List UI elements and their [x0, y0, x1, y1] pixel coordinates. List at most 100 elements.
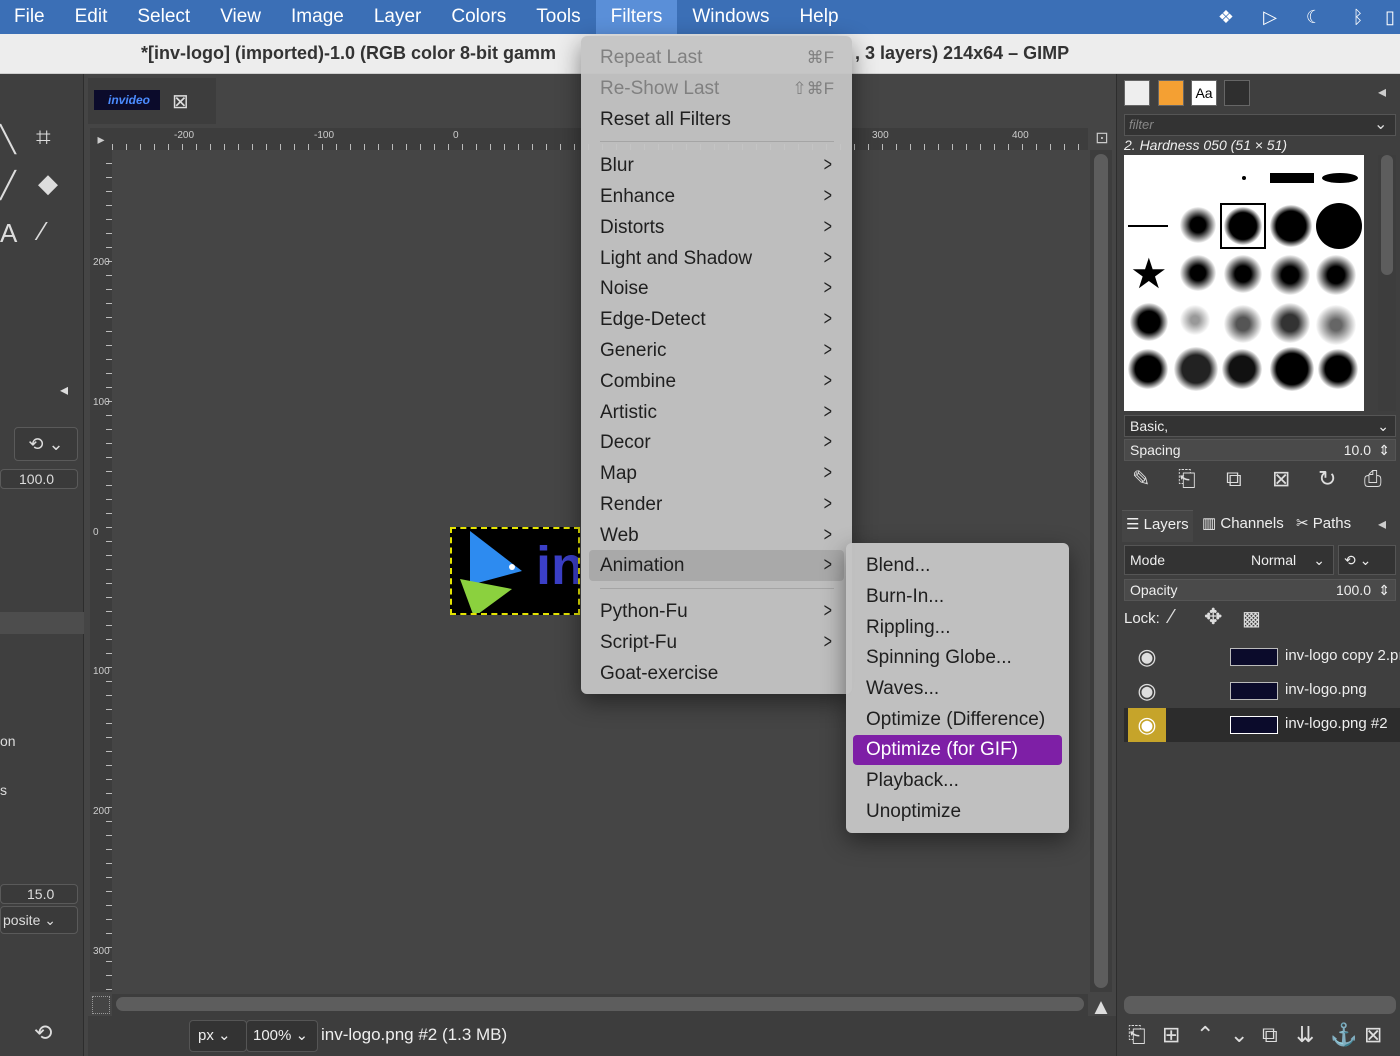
dock-menu-icon[interactable]: ◂ [1378, 82, 1386, 102]
lock-pixels-icon[interactable]: ⁄ [1170, 606, 1173, 629]
open-brush-icon[interactable]: ⎙ [1364, 466, 1382, 492]
new-layer-icon[interactable]: ⎗ [1128, 1022, 1146, 1048]
menu-item-burn-in[interactable]: Burn-In... [853, 582, 1062, 612]
play-icon[interactable]: ▷ [1248, 7, 1292, 28]
eraser-tool-icon[interactable]: ◆ [38, 168, 58, 199]
menu-image[interactable]: Image [276, 0, 359, 34]
anchor-layer-icon[interactable]: ⚓ [1330, 1022, 1357, 1048]
layer-row[interactable]: ◉ inv-logo.png [1124, 674, 1400, 708]
menu-item-reset-all-filters[interactable]: Reset all Filters [589, 104, 844, 135]
menu-item-waves[interactable]: Waves... [853, 674, 1062, 704]
new-brush-icon[interactable]: ⎗ [1178, 466, 1196, 492]
layer-opacity-slider[interactable]: Opacity 100.0 ⇕ [1124, 579, 1396, 601]
menu-help[interactable]: Help [784, 0, 853, 34]
tab-paths[interactable]: ✂ Paths [1292, 510, 1355, 542]
duplicate-layer-icon[interactable]: ⧉ [1262, 1022, 1278, 1048]
text-tool-icon[interactable]: A [0, 218, 17, 249]
menu-item-light-and-shadow[interactable]: Light and Shadow > [589, 243, 844, 274]
menu-item-enhance[interactable]: Enhance > [589, 181, 844, 212]
menu-item-optimize-difference[interactable]: Optimize (Difference) [853, 705, 1062, 735]
menu-item-generic[interactable]: Generic > [589, 335, 844, 366]
vertical-ruler[interactable]: 200 100 0 100 200 300 [90, 150, 112, 992]
menu-item-web[interactable]: Web > [589, 520, 844, 551]
edit-brush-icon[interactable]: ✎ [1132, 466, 1150, 492]
size-field[interactable]: 15.0 [0, 884, 78, 904]
patterns-tab-icon[interactable] [1158, 80, 1184, 106]
menu-item-playback[interactable]: Playback... [853, 766, 1062, 796]
menu-file[interactable]: File [0, 0, 60, 34]
eye-icon[interactable]: ◉ [1128, 640, 1166, 674]
dock-menu-icon[interactable]: ◂ [1378, 514, 1386, 534]
menu-view[interactable]: View [205, 0, 276, 34]
brush-grid[interactable]: ★ [1124, 155, 1364, 411]
new-layer-group-icon[interactable]: ⊞ [1162, 1022, 1180, 1048]
brush-preset-select[interactable]: Basic, ⌄ [1124, 415, 1396, 437]
tab-channels[interactable]: ▥ Channels [1198, 510, 1288, 542]
moon-icon[interactable]: ☾ [1292, 7, 1336, 28]
tab-layers[interactable]: ☰ Layers [1122, 510, 1193, 542]
color-picker-tool-icon[interactable]: ⁄ [40, 216, 44, 247]
battery-icon[interactable]: ▯ [1380, 7, 1400, 28]
menu-item-edge-detect[interactable]: Edge-Detect > [589, 304, 844, 335]
layer-row[interactable]: ◉ inv-logo copy 2.pı [1124, 640, 1400, 674]
menu-item-repeat-last[interactable]: Repeat Last ⌘F [589, 42, 844, 73]
opacity-field[interactable]: 100.0 [0, 469, 78, 489]
zoom-fit-icon[interactable]: ⊡ [1092, 128, 1112, 150]
eye-icon[interactable]: ◉ [1128, 674, 1166, 708]
horizontal-scrollbar[interactable] [112, 994, 1088, 1016]
dropbox-icon[interactable]: ❖ [1204, 7, 1248, 28]
layers-scrollbar[interactable] [1124, 996, 1396, 1014]
menu-item-unoptimize[interactable]: Unoptimize [853, 797, 1062, 827]
reset-options-button[interactable]: ⟲ ⌄ [14, 427, 78, 461]
menu-item-goat-exercise[interactable]: Goat-exercise [589, 658, 844, 689]
menu-item-spinning-globe[interactable]: Spinning Globe... [853, 643, 1062, 673]
merge-layer-icon[interactable]: ⇊ [1296, 1022, 1314, 1048]
vertical-scrollbar[interactable] [1090, 150, 1112, 992]
layer-mode-reset[interactable]: ⟲ ⌄ [1338, 545, 1396, 575]
menu-select[interactable]: Select [122, 0, 205, 34]
fonts-tab-icon[interactable]: Aa [1191, 80, 1217, 106]
layer-image[interactable]: in [450, 527, 580, 615]
pencil-tool-icon[interactable]: ╱ [0, 170, 16, 201]
menu-item-artistic[interactable]: Artistic > [589, 397, 844, 428]
close-tab-icon[interactable]: ⊠ [172, 89, 189, 114]
menu-item-render[interactable]: Render > [589, 489, 844, 520]
refresh-brushes-icon[interactable]: ↻ [1318, 466, 1336, 492]
brush-filter-input[interactable]: filter [1124, 114, 1396, 136]
menu-item-map[interactable]: Map > [589, 458, 844, 489]
quick-mask-toggle[interactable]: ▸ [90, 128, 112, 150]
menu-item-blend[interactable]: Blend... [853, 551, 1062, 581]
document-history-tab-icon[interactable] [1224, 80, 1250, 106]
brush-list-scrollbar[interactable] [1378, 155, 1396, 411]
menu-item-script-fu[interactable]: Script-Fu > [589, 627, 844, 658]
menu-item-optimize-for-gif[interactable]: Optimize (for GIF) [853, 735, 1062, 765]
paintbrush-tool-icon[interactable]: ╲ [0, 124, 16, 155]
spacing-slider[interactable]: Spacing 10.0 ⇕ [1124, 439, 1396, 461]
menu-item-noise[interactable]: Noise > [589, 273, 844, 304]
raise-layer-icon[interactable]: ⌃ [1196, 1022, 1214, 1048]
menu-tools[interactable]: Tools [521, 0, 595, 34]
brushes-tab-icon[interactable] [1124, 80, 1150, 106]
delete-brush-icon[interactable]: ⊠ [1272, 466, 1290, 492]
lock-alpha-icon[interactable]: ▩ [1242, 606, 1261, 631]
crop-tool-icon[interactable]: ⌗ [36, 122, 51, 154]
menu-item-rippling[interactable]: Rippling... [853, 613, 1062, 643]
menu-item-reshow-last[interactable]: Re-Show Last ⇧⌘F [589, 73, 844, 104]
menu-item-distorts[interactable]: Distorts > [589, 212, 844, 243]
menu-item-blur[interactable]: Blur > [589, 150, 844, 181]
menu-filters[interactable]: Filters [595, 0, 678, 34]
lower-layer-icon[interactable]: ⌄ [1230, 1022, 1248, 1048]
mode-select[interactable]: posite ⌄ [0, 906, 78, 934]
unit-select[interactable]: px ⌄ [189, 1020, 247, 1052]
menu-colors[interactable]: Colors [436, 0, 521, 34]
menu-item-decor[interactable]: Decor > [589, 427, 844, 458]
duplicate-brush-icon[interactable]: ⧉ [1226, 466, 1242, 492]
eye-icon[interactable]: ◉ [1128, 708, 1166, 742]
lock-position-icon[interactable]: ✥ [1204, 604, 1222, 630]
canvas-corner-icon[interactable] [92, 996, 110, 1014]
bluetooth-icon[interactable]: ᛒ [1336, 7, 1380, 28]
menu-windows[interactable]: Windows [677, 0, 784, 34]
zoom-select[interactable]: 100% ⌄ [246, 1020, 318, 1052]
chevron-down-icon[interactable]: ⌄ [1374, 114, 1387, 134]
menu-item-python-fu[interactable]: Python-Fu > [589, 596, 844, 627]
